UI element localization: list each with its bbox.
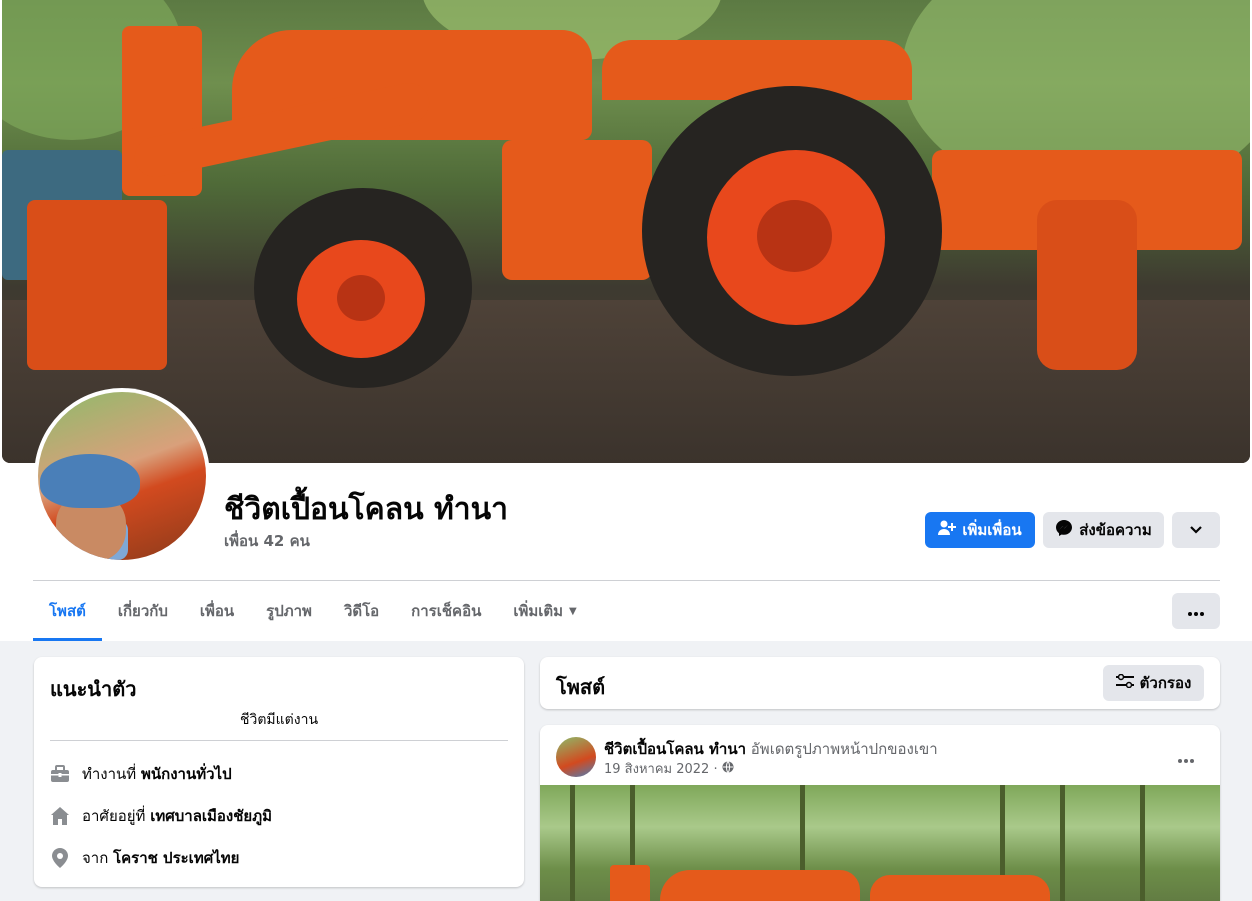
tab-checkins[interactable]: การเช็คอิน	[395, 581, 497, 641]
briefcase-icon	[50, 764, 70, 784]
tab-posts[interactable]: โพสต์	[33, 581, 102, 641]
intro-from: จาก โคราช ประเทศไทย	[50, 846, 239, 870]
intro-work: ทำงานที่ พนักงานทั่วไป	[50, 762, 232, 786]
tab-videos[interactable]: วิดีโอ	[328, 581, 395, 641]
posts-header-card: โพสต์ ตัวกรอง	[540, 657, 1220, 709]
intro-bio: ชีวิตมีแต่งาน	[239, 712, 319, 728]
filter-button[interactable]: ตัวกรอง	[1103, 665, 1204, 701]
tab-label: รูปภาพ	[266, 602, 312, 620]
add-friend-button[interactable]: เพิ่มเพื่อน	[925, 512, 1035, 548]
add-person-icon	[938, 520, 957, 540]
profile-tabs: โพสต์ เกี่ยวกับ เพื่อน รูปภาพ วิดีโอ การ…	[33, 581, 593, 641]
intro-lives: อาศัยอยู่ที่ เทศบาลเมืองชัยภูมิ	[50, 804, 272, 828]
tab-more[interactable]: เพิ่มเติม ▼	[497, 581, 592, 641]
post-author-name[interactable]: ชีวิตเปื้อนโคลน ทำนา	[604, 740, 746, 758]
message-button[interactable]: ส่งข้อความ	[1043, 512, 1164, 548]
tab-label: เกี่ยวกับ	[117, 602, 168, 620]
intro-divider	[50, 740, 508, 741]
post-photo[interactable]	[540, 785, 1220, 901]
lives-prefix: อาศัยอยู่ที่	[82, 807, 146, 825]
post-action-text: อัพเดตรูปภาพหน้าปกของเขา	[750, 740, 938, 758]
post-meta: 19 สิงหาคม 2022 ·	[604, 758, 734, 779]
tab-label: วิดีโอ	[343, 602, 380, 620]
profile-name: ชีวิตเปื้อนโคลน ทำนา	[224, 492, 509, 527]
post-author-avatar[interactable]	[556, 737, 596, 777]
home-icon	[50, 806, 70, 826]
post-options-button[interactable]	[1168, 739, 1204, 775]
lives-value[interactable]: เทศบาลเมืองชัยภูมิ	[150, 807, 272, 825]
tab-label: เพิ่มเติม	[513, 602, 564, 620]
avatar	[38, 392, 206, 560]
profile-options-button[interactable]	[1172, 512, 1220, 548]
posts-title: โพสต์	[556, 675, 606, 699]
friends-count[interactable]: เพื่อน 42 คน	[224, 529, 310, 553]
intro-title: แนะนำตัว	[50, 677, 137, 701]
filter-label: ตัวกรอง	[1139, 674, 1192, 692]
profile-picture[interactable]	[34, 388, 210, 564]
tab-label: โพสต์	[49, 602, 86, 620]
ellipsis-icon	[1188, 602, 1204, 620]
ellipsis-icon	[1178, 748, 1194, 767]
post-date[interactable]: 19 สิงหาคม 2022 ·	[604, 758, 718, 779]
chevron-down-icon	[1189, 521, 1203, 539]
intro-card: แนะนำตัว ชีวิตมีแต่งาน ทำงานที่ พนักงานท…	[34, 657, 524, 887]
filter-icon	[1115, 673, 1134, 692]
tabs-more-button[interactable]	[1172, 593, 1220, 629]
tab-label: เพื่อน	[199, 602, 235, 620]
post-card: ชีวิตเปื้อนโคลน ทำนา อัพเดตรูปภาพหน้าปกข…	[540, 725, 1220, 901]
caret-down-icon: ▼	[569, 605, 577, 617]
from-prefix: จาก	[82, 849, 109, 867]
from-value[interactable]: โคราช ประเทศไทย	[113, 849, 239, 867]
profile-header: ชีวิตเปื้อนโคลน ทำนา เพื่อน 42 คน เพิ่มเ…	[0, 0, 1252, 641]
message-label: ส่งข้อความ	[1079, 521, 1152, 539]
tab-friends[interactable]: เพื่อน	[184, 581, 250, 641]
work-prefix: ทำงานที่	[82, 765, 137, 783]
messenger-icon	[1055, 519, 1073, 541]
globe-icon	[722, 760, 734, 777]
location-pin-icon	[50, 848, 70, 868]
tab-about[interactable]: เกี่ยวกับ	[102, 581, 184, 641]
cover-photo[interactable]	[2, 0, 1250, 463]
tab-label: การเช็คอิน	[411, 602, 482, 620]
add-friend-label: เพิ่มเพื่อน	[962, 521, 1022, 539]
tab-photos[interactable]: รูปภาพ	[250, 581, 328, 641]
work-value[interactable]: พนักงานทั่วไป	[141, 765, 232, 783]
